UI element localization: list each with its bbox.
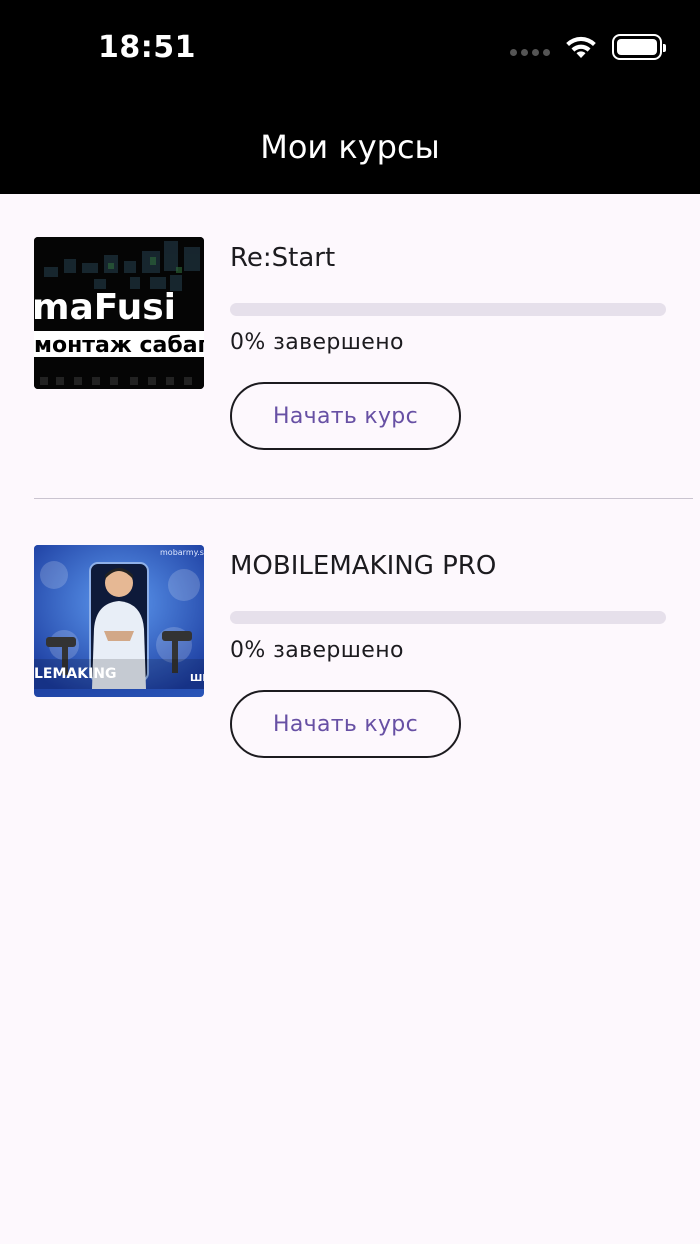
course-title[interactable]: Re:Start: [230, 243, 335, 273]
start-course-button[interactable]: Начать курс: [230, 382, 461, 450]
wifi-icon: [566, 36, 596, 58]
app-bar: 18:51 Мои курсы: [0, 0, 700, 194]
course-progress-bar: [230, 611, 666, 624]
course-thumbnail[interactable]: mobarmy.sc LEMAKING ШЕ: [34, 545, 204, 697]
thumbnail-text-brand: LEMAKING: [34, 666, 117, 682]
start-course-button[interactable]: Начать курс: [230, 690, 461, 758]
status-icons: [510, 34, 666, 60]
course-title[interactable]: MOBILEMAKING PRO: [230, 551, 496, 581]
thumbnail-text-site: mobarmy.sc: [160, 548, 204, 557]
course-progress-bar: [230, 303, 666, 316]
course-progress-label: 0% завершено: [230, 638, 404, 663]
thumbnail-text-corner: ШЕ: [190, 673, 204, 684]
signal-dots-icon: [510, 48, 550, 56]
page-title: Мои курсы: [260, 128, 440, 166]
divider: [34, 498, 693, 499]
thumbnail-text-line1: maFusi: [34, 287, 176, 328]
thumbnail-text-line2: монтаж сабаг: [34, 333, 204, 358]
course-progress-label: 0% завершено: [230, 330, 404, 355]
battery-icon: [612, 34, 666, 60]
course-thumbnail[interactable]: maFusi монтаж сабаг: [34, 237, 204, 389]
status-time: 18:51: [98, 30, 196, 65]
